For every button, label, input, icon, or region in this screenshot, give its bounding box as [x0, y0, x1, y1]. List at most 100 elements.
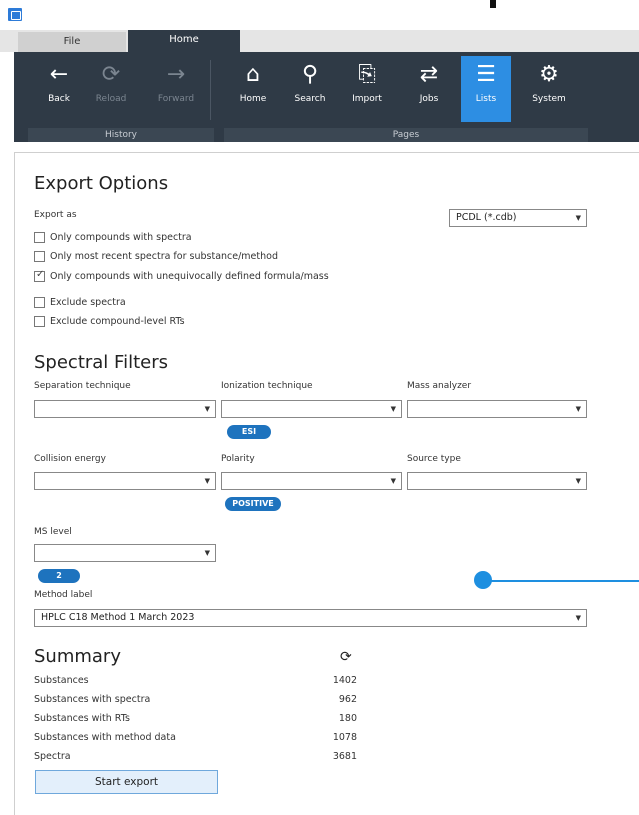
back-label: Back — [48, 94, 70, 104]
separation-technique-label: Separation technique — [34, 381, 131, 391]
search-icon: ⚲ — [301, 62, 319, 87]
chevron-down-icon: ▼ — [204, 477, 210, 485]
ionization-technique-select[interactable]: ▼ — [221, 400, 402, 418]
jobs-icon: ⇄ — [419, 62, 439, 87]
polarity-label: Polarity — [221, 454, 255, 464]
reload-button[interactable]: ⟳ Reload — [86, 60, 136, 120]
option-label: Only compounds with spectra — [50, 232, 192, 243]
ionization-tag-esi[interactable]: ESI — [227, 425, 271, 439]
search-button[interactable]: ⚲ Search — [285, 60, 335, 120]
pages-group-label: Pages — [224, 128, 588, 142]
gear-icon: ⚙ — [539, 62, 559, 87]
title-bar — [0, 0, 639, 30]
lists-icon: ☰ — [476, 62, 496, 87]
export-panel: Export Options Export as PCDL (*.cdb) ▼ … — [14, 152, 639, 815]
tab-file[interactable]: File — [18, 32, 126, 52]
ribbon-tab-row: File Home — [0, 30, 639, 52]
method-label-label: Method label — [34, 590, 93, 600]
option-label: Exclude compound-level RTs — [50, 316, 185, 327]
ms-level-tag[interactable]: 2 — [38, 569, 80, 583]
summary-row-value: 180 — [338, 713, 357, 724]
ribbon: ← Back ⟳ Reload → Forward ⌂ Home ⚲ Searc… — [14, 52, 639, 142]
search-label: Search — [294, 94, 326, 104]
system-label: System — [532, 94, 566, 104]
checkbox[interactable] — [34, 251, 45, 262]
refresh-icon[interactable]: ⟳ — [340, 649, 352, 665]
option-defined-formula[interactable]: Only compounds with unequivocally define… — [34, 269, 329, 282]
import-button[interactable]: ⎘ Import — [342, 60, 392, 120]
summary-title: Summary — [34, 646, 121, 667]
chevron-down-icon: ▼ — [390, 477, 396, 485]
start-export-button[interactable]: Start export — [35, 770, 218, 794]
spectral-filters-title: Spectral Filters — [34, 352, 168, 373]
source-type-select[interactable]: ▼ — [407, 472, 587, 490]
chevron-down-icon: ▼ — [575, 405, 581, 413]
option-only-with-spectra[interactable]: Only compounds with spectra — [34, 232, 192, 243]
export-options-title: Export Options — [34, 173, 169, 194]
forward-button[interactable]: → Forward — [151, 60, 201, 120]
summary-row-value: 3681 — [332, 751, 357, 762]
ms-level-label: MS level — [34, 527, 72, 537]
reload-label: Reload — [95, 94, 127, 104]
lists-button[interactable]: ☰ Lists — [461, 56, 511, 122]
option-exclude-rts[interactable]: Exclude compound-level RTs — [34, 316, 185, 327]
chevron-down-icon: ▼ — [575, 614, 581, 622]
home-label: Home — [239, 94, 267, 104]
chevron-down-icon: ▼ — [204, 405, 210, 413]
checkbox[interactable] — [34, 297, 45, 308]
import-label: Import — [352, 94, 382, 104]
background-window-fragment — [490, 0, 639, 8]
home-icon: ⌂ — [246, 62, 260, 87]
import-icon: ⎘ — [358, 62, 376, 87]
option-label: Only compounds with unequivocally define… — [50, 271, 329, 282]
separation-technique-select[interactable]: ▼ — [34, 400, 216, 418]
reload-icon: ⟳ — [101, 62, 121, 87]
summary-row-value: 1402 — [332, 675, 357, 686]
chevron-down-icon: ▼ — [204, 549, 210, 557]
option-label: Exclude spectra — [50, 297, 126, 308]
summary-row-label: Spectra — [34, 751, 71, 762]
mass-analyzer-select[interactable]: ▼ — [407, 400, 587, 418]
summary-row-label: Substances — [34, 675, 89, 686]
collision-energy-select[interactable]: ▼ — [34, 472, 216, 490]
ms-level-select[interactable]: ▼ — [34, 544, 216, 562]
checkbox-checked[interactable] — [34, 269, 45, 282]
ribbon-separator — [210, 60, 211, 120]
checkbox[interactable] — [34, 316, 45, 327]
summary-row-label: Substances with RTs — [34, 713, 130, 724]
chevron-down-icon: ▼ — [390, 405, 396, 413]
summary-row-label: Substances with spectra — [34, 694, 151, 705]
home-button[interactable]: ⌂ Home — [228, 60, 278, 120]
ionization-technique-label: Ionization technique — [221, 381, 313, 391]
option-label: Only most recent spectra for substance/m… — [50, 251, 278, 262]
option-most-recent-spectra[interactable]: Only most recent spectra for substance/m… — [34, 251, 278, 262]
method-label-select[interactable]: HPLC C18 Method 1 March 2023 ▼ — [34, 609, 587, 627]
export-format-select[interactable]: PCDL (*.cdb) ▼ — [449, 209, 587, 227]
polarity-tag-positive[interactable]: POSITIVE — [225, 497, 281, 511]
callout-line — [490, 580, 639, 582]
source-type-label: Source type — [407, 454, 461, 464]
back-button[interactable]: ← Back — [34, 60, 84, 120]
lists-label: Lists — [475, 94, 497, 104]
export-format-value: PCDL (*.cdb) — [456, 212, 517, 223]
history-group-label: History — [28, 128, 214, 142]
collision-energy-label: Collision energy — [34, 454, 106, 464]
summary-row-value: 962 — [338, 694, 357, 705]
app-logo-icon — [8, 8, 22, 21]
summary-row-label: Substances with method data — [34, 732, 176, 743]
export-as-label: Export as — [34, 210, 77, 220]
checkbox[interactable] — [34, 232, 45, 243]
summary-row-value: 1078 — [332, 732, 357, 743]
arrow-left-icon: ← — [49, 62, 69, 87]
system-button[interactable]: ⚙ System — [524, 60, 574, 120]
chevron-down-icon: ▼ — [575, 214, 581, 222]
polarity-select[interactable]: ▼ — [221, 472, 402, 490]
option-exclude-spectra[interactable]: Exclude spectra — [34, 297, 126, 308]
method-label-value: HPLC C18 Method 1 March 2023 — [41, 612, 195, 623]
forward-label: Forward — [157, 94, 195, 104]
jobs-label: Jobs — [419, 94, 439, 104]
jobs-button[interactable]: ⇄ Jobs — [404, 60, 454, 120]
arrow-right-icon: → — [166, 62, 186, 87]
mass-analyzer-label: Mass analyzer — [407, 381, 472, 391]
tab-home[interactable]: Home — [128, 30, 240, 52]
